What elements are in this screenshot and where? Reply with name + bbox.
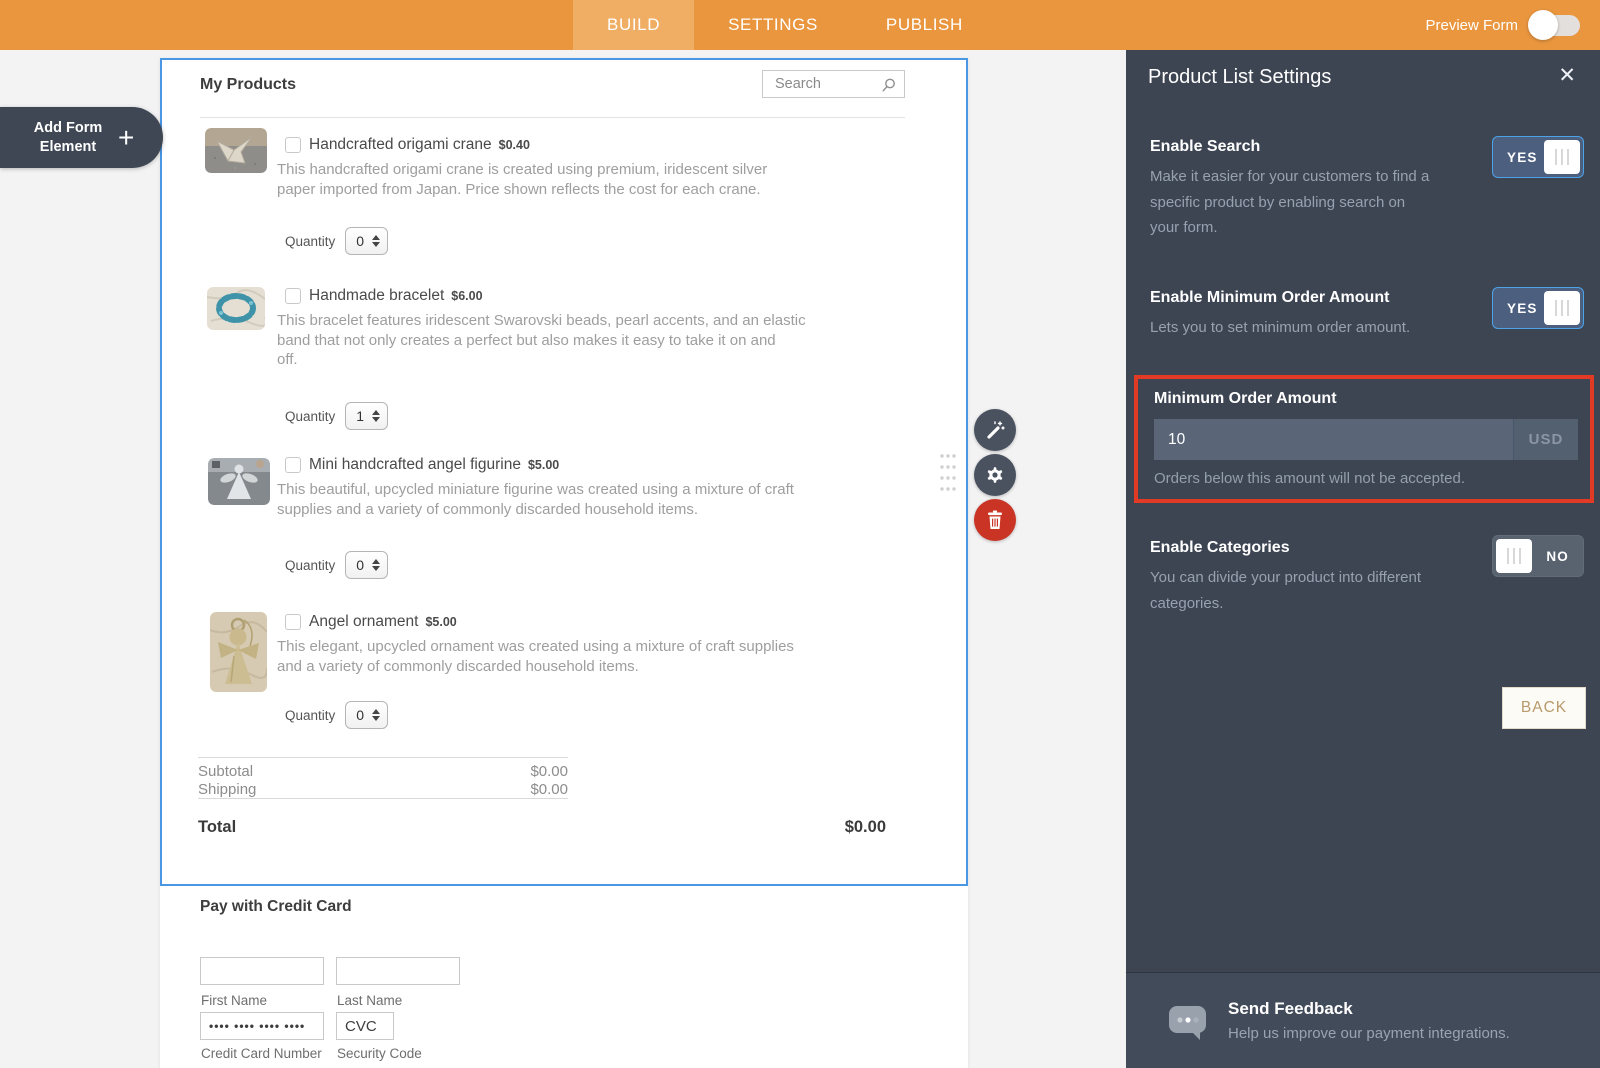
divider (200, 117, 905, 118)
chat-bubble-icon (1169, 1006, 1206, 1040)
first-name-label: First Name (201, 993, 268, 1008)
product-description: This bracelet features iridescent Swarov… (277, 312, 806, 368)
product-name: Handcrafted origami crane (309, 136, 492, 153)
enable-search-toggle[interactable]: YES (1492, 136, 1584, 178)
wizard-button[interactable] (974, 409, 1016, 451)
product-description: This handcrafted origami crane is create… (277, 161, 768, 198)
min-order-amount-label: Minimum Order Amount (1154, 390, 1337, 407)
toggle-state-label: YES (1507, 300, 1538, 316)
drag-handle-icon[interactable] (939, 453, 957, 493)
toggle-knob (1544, 140, 1580, 174)
product-list-title: My Products (200, 76, 297, 93)
product-image-angel-ornament (210, 612, 267, 692)
last-name-label: Last Name (337, 993, 403, 1008)
search-icon (882, 78, 895, 92)
quantity-label: Quantity (285, 557, 336, 573)
last-name-field[interactable] (336, 957, 460, 985)
payment-section-title: Pay with Credit Card (200, 898, 352, 915)
quantity-value: 0 (356, 707, 365, 723)
enable-categories-label: Enable Categories (1150, 539, 1290, 556)
quantity-select[interactable]: 0 (345, 227, 389, 255)
toggle-knob (1528, 10, 1558, 40)
delete-button[interactable] (974, 499, 1016, 541)
product-description: This elegant, upcycled ornament was crea… (277, 638, 794, 675)
min-order-amount-field-group: USD (1154, 419, 1578, 460)
product-checkbox[interactable] (285, 137, 301, 153)
enable-categories-toggle[interactable]: NO (1492, 535, 1584, 577)
first-name-field[interactable] (200, 957, 324, 985)
product-image-origami-crane (205, 128, 267, 173)
quantity-select[interactable]: 0 (345, 551, 389, 579)
nav-tabs: BUILD SETTINGS PUBLISH (573, 0, 997, 50)
quantity-value: 0 (356, 233, 365, 249)
enable-categories-description: You can divide your product into differe… (1150, 569, 1422, 612)
send-feedback-description: Help us improve our payment integrations… (1228, 1025, 1510, 1042)
min-order-amount-helper: Orders below this amount will not be acc… (1154, 470, 1465, 487)
feedback-footer[interactable]: Send Feedback Help us improve our paymen… (1126, 972, 1600, 1068)
quantity-value: 1 (356, 408, 365, 424)
quantity-select[interactable]: 0 (345, 701, 389, 729)
back-button[interactable]: BACK (1502, 687, 1586, 729)
search-input[interactable] (763, 71, 883, 97)
product-checkbox[interactable] (285, 288, 301, 304)
send-feedback-title: Send Feedback (1228, 999, 1353, 1018)
stepper-arrows-icon (372, 235, 381, 247)
product-name: Handmade bracelet (309, 287, 445, 304)
tab-build[interactable]: BUILD (573, 0, 695, 50)
card-number-label: Credit Card Number (201, 1046, 322, 1061)
product-price: $0.40 (498, 138, 530, 152)
magic-wand-icon (987, 421, 1005, 439)
form-builder-page: BUILD SETTINGS PUBLISH Preview Form Add … (0, 0, 1600, 1068)
tab-publish[interactable]: PUBLISH (852, 0, 997, 50)
preview-form-toggle[interactable] (1528, 10, 1580, 40)
toggle-state-label: YES (1507, 149, 1538, 165)
toggle-state-label: NO (1546, 548, 1569, 564)
enable-min-order-label: Enable Minimum Order Amount (1150, 289, 1390, 306)
cvc-label: Security Code (337, 1046, 422, 1061)
tab-settings[interactable]: SETTINGS (694, 0, 852, 50)
settings-gear-button[interactable] (974, 454, 1016, 496)
preview-form-control: Preview Form (1425, 0, 1580, 50)
cvc-field[interactable] (336, 1012, 394, 1040)
product-image-angel-figurine (208, 458, 270, 505)
product-checkbox[interactable] (285, 614, 301, 630)
product-list-settings-panel: Product List Settings ✕ Enable Search Ma… (1126, 50, 1600, 1068)
min-order-amount-input[interactable] (1154, 419, 1513, 460)
top-navigation-bar: BUILD SETTINGS PUBLISH Preview Form (0, 0, 1600, 50)
annotation-highlight-box: Minimum Order Amount USD Orders below th… (1134, 375, 1594, 503)
product-name: Angel ornament (309, 613, 419, 630)
panel-title: Product List Settings (1148, 66, 1332, 88)
product-price: $5.00 (425, 615, 457, 629)
quantity-label: Quantity (285, 707, 336, 723)
enable-min-order-description: Lets you to set minimum order amount. (1150, 319, 1411, 336)
product-search-box (762, 70, 905, 98)
quantity-select[interactable]: 1 (345, 402, 389, 430)
trash-icon (988, 510, 1002, 529)
enable-search-label: Enable Search (1150, 138, 1261, 155)
add-form-element-label: Add Form Element (33, 119, 103, 155)
product-image-bracelet (207, 287, 265, 330)
toggle-knob (1544, 291, 1580, 325)
add-form-element-button[interactable]: Add Form Element + (0, 107, 163, 168)
close-icon[interactable]: ✕ (1552, 62, 1582, 89)
gear-icon (987, 467, 1003, 483)
stepper-arrows-icon (372, 410, 381, 422)
plus-icon: + (118, 121, 135, 153)
card-number-field[interactable] (200, 1012, 324, 1040)
product-price: $5.00 (527, 458, 560, 472)
product-name: Mini handcrafted angel figurine (309, 456, 521, 473)
product-description: This beautiful, upcycled miniature figur… (277, 481, 794, 518)
enable-min-order-toggle[interactable]: YES (1492, 287, 1584, 329)
stepper-arrows-icon (372, 709, 381, 721)
quantity-value: 0 (356, 557, 365, 573)
stepper-arrows-icon (372, 559, 381, 571)
product-price: $6.00 (451, 289, 483, 303)
currency-suffix: USD (1513, 419, 1578, 460)
quantity-label: Quantity (285, 233, 336, 249)
preview-form-label: Preview Form (1425, 16, 1518, 34)
product-checkbox[interactable] (285, 457, 301, 473)
enable-search-description: Make it easier for your customers to fin… (1150, 168, 1430, 236)
quantity-label: Quantity (285, 408, 336, 424)
toggle-knob (1496, 539, 1532, 573)
